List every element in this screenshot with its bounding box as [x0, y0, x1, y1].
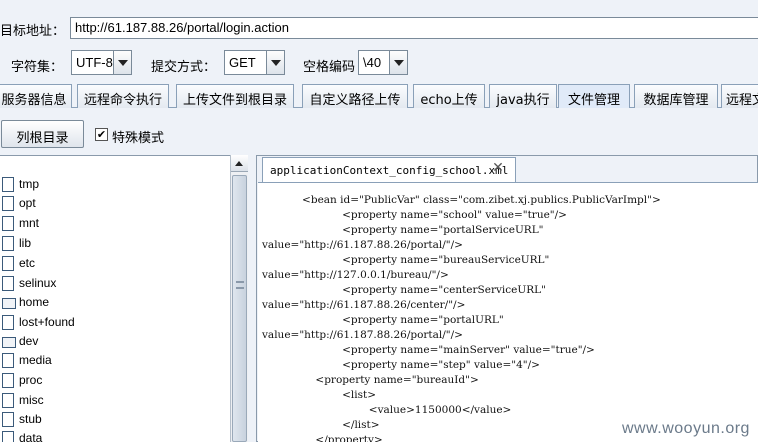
url-input[interactable]: http://61.187.88.26/portal/login.action	[70, 17, 758, 39]
file-icon	[2, 177, 14, 192]
tree-scrollbar[interactable]	[230, 155, 248, 442]
tree-item[interactable]: mnt	[0, 214, 230, 233]
tab-java-exec[interactable]: java执行	[489, 84, 557, 108]
tree-item-label: etc	[19, 256, 36, 270]
tree-item[interactable]: lib	[0, 234, 230, 253]
tree-item[interactable]: dev	[0, 332, 230, 351]
tab-echo-upload[interactable]: echo上传	[413, 84, 485, 108]
tree-item-label: misc	[19, 393, 44, 407]
tree-item-label: lib	[19, 236, 32, 250]
tree-item-label: tmp	[19, 177, 40, 191]
tree-item-label: data	[19, 431, 43, 442]
tree-item-label: selinux	[19, 276, 57, 290]
tree-item[interactable]: tmp	[0, 175, 230, 194]
file-icon	[2, 412, 14, 427]
tree-item[interactable]: misc	[0, 391, 230, 410]
charset-label: 字符集：	[11, 60, 64, 75]
file-tree: tmp opt mnt lib etc selinux home lost+fo…	[0, 155, 248, 442]
charset-select[interactable]: UTF-8	[71, 50, 132, 75]
space-encoding-label: 空格编码	[303, 60, 356, 75]
code-line: <property name="mainServer" value="true"…	[262, 344, 595, 356]
tab-remote-command[interactable]: 远程命令执行	[77, 84, 169, 108]
code-line: <bean id="PublicVar" class="com.zibet.xj…	[262, 194, 661, 206]
method-value: GET	[229, 55, 256, 70]
chevron-down-icon[interactable]	[389, 51, 407, 74]
file-icon	[2, 196, 14, 211]
code-line: <property name="bureauServiceURL"	[262, 254, 550, 266]
file-icon	[2, 315, 14, 330]
space-encoding-value: \40	[363, 55, 382, 70]
tree-item[interactable]: home	[0, 293, 230, 312]
code-view[interactable]: <bean id="PublicVar" class="com.zibet.xj…	[258, 182, 758, 442]
file-icon	[2, 431, 14, 442]
code-line: value="http://61.187.88.26/center/"/>	[262, 299, 466, 311]
tab-upload-root[interactable]: 上传文件到根目录	[176, 84, 294, 108]
file-icon	[2, 276, 14, 291]
tree-item-label: dev	[19, 334, 39, 348]
tree-item-label: mnt	[19, 216, 40, 230]
folder-icon	[2, 337, 16, 348]
tab-custom-path-upload[interactable]: 自定义路径上传	[302, 84, 408, 108]
grip-icon	[236, 281, 244, 289]
code-line: <property name="portalURL"	[262, 314, 504, 326]
file-icon	[2, 216, 14, 231]
tree-item-label: media	[19, 353, 52, 367]
code-line: <property name="bureauId">	[262, 374, 479, 386]
file-icon	[2, 373, 14, 388]
tree-item[interactable]: etc	[0, 254, 230, 273]
tab-remote-file[interactable]: 远程文	[721, 84, 758, 108]
tree-item-label: stub	[19, 412, 42, 426]
tab-file-manager[interactable]: 文件管理	[558, 84, 630, 108]
watermark: www.wooyun.org	[622, 420, 750, 437]
tab-server-info[interactable]: 服务器信息	[0, 84, 72, 108]
scroll-up-icon[interactable]	[231, 155, 248, 172]
method-select[interactable]: GET	[224, 50, 285, 75]
editor-tab[interactable]: applicationContext_config_school.xml	[262, 157, 516, 182]
file-icon	[2, 353, 14, 368]
code-line: <property name="portalServiceURL"	[262, 224, 544, 236]
special-mode-label: 特殊模式	[112, 131, 165, 146]
list-root-button[interactable]: 列根目录	[1, 120, 84, 148]
tree-item-label: opt	[19, 196, 36, 210]
code-line: value="http://127.0.0.1/bureau/"/>	[262, 269, 449, 281]
special-mode-checkbox[interactable]: ✔	[95, 128, 108, 141]
code-line: </property>	[262, 434, 383, 442]
code-line: value="http://61.187.88.26/portal/"/>	[262, 239, 463, 251]
chevron-down-icon[interactable]	[113, 51, 131, 74]
folder-icon	[2, 298, 16, 309]
tree-item-label: lost+found	[19, 315, 75, 329]
code-line: <value>1150000</value>	[262, 404, 512, 416]
tree-item[interactable]: stub	[0, 410, 230, 429]
tree-item[interactable]: proc	[0, 371, 230, 390]
code-line: </list>	[262, 419, 380, 431]
tree-item-label: proc	[19, 373, 43, 387]
space-encoding-select[interactable]: \40	[358, 50, 408, 75]
code-line: <property name="school" value="true"/>	[262, 209, 567, 221]
code-line: <property name="centerServiceURL"	[262, 284, 546, 296]
tree-item[interactable]: lost+found	[0, 313, 230, 332]
file-icon	[2, 393, 14, 408]
tree-item[interactable]: opt	[0, 194, 230, 213]
url-label: 目标地址：	[0, 24, 66, 39]
charset-value: UTF-8	[76, 55, 113, 70]
method-label: 提交方式：	[151, 60, 217, 75]
file-icon	[2, 256, 14, 271]
main-tab-bar: 服务器信息 远程命令执行 上传文件到根目录 自定义路径上传 echo上传 jav…	[0, 84, 758, 108]
chevron-down-icon[interactable]	[266, 51, 284, 74]
tab-database-manager[interactable]: 数据库管理	[634, 84, 718, 108]
tree-item[interactable]: media	[0, 351, 230, 370]
code-line: <list>	[262, 389, 377, 401]
code-line: <property name="step" value="4"/>	[262, 359, 540, 371]
tree-item[interactable]: data	[0, 429, 230, 442]
tree-item[interactable]: selinux	[0, 274, 230, 293]
scrollbar-thumb[interactable]	[232, 175, 247, 442]
close-icon[interactable]: ✕	[490, 160, 506, 176]
tree-item-label: home	[19, 295, 50, 309]
file-icon	[2, 236, 14, 251]
code-line: value="http://61.187.88.26/portal/"/>	[262, 329, 463, 341]
